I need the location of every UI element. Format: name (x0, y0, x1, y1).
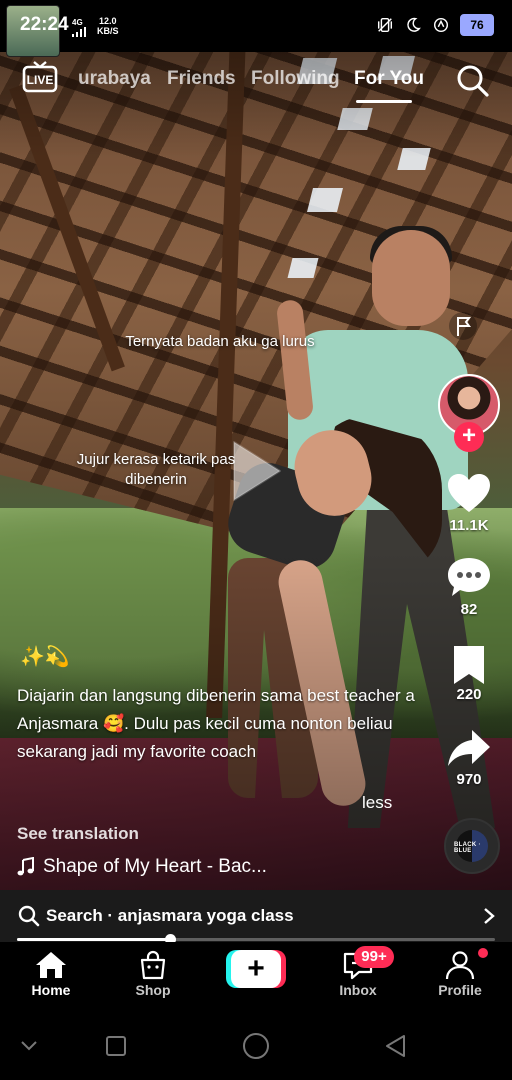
playback-progress[interactable] (17, 934, 495, 945)
tab-following[interactable]: Following (251, 68, 340, 90)
battery-indicator: 76 (460, 14, 494, 36)
post-description[interactable]: Diajarin dan langsung dibenerin sama bes… (17, 682, 437, 766)
nav-home[interactable]: Home (6, 950, 96, 998)
live-icon[interactable]: LIVE (22, 60, 58, 94)
related-search-bar[interactable]: Search · anjasmara yoga class (0, 890, 512, 942)
search-icon (18, 905, 40, 927)
status-bar: 22:24 4G 12.0 KB/S 76 (0, 0, 512, 57)
share-icon[interactable] (446, 728, 492, 770)
active-tab-indicator (356, 100, 412, 103)
overlay-line: dibenerin (125, 471, 187, 488)
nav-home-label: Home (31, 982, 71, 998)
shop-bag-icon (140, 950, 166, 980)
less-button[interactable]: less (362, 793, 392, 813)
system-nav-bar (0, 1010, 512, 1080)
nav-profile-label: Profile (438, 982, 482, 998)
plus-icon: + (231, 950, 281, 988)
play-icon[interactable] (226, 436, 286, 506)
home-icon (36, 952, 66, 978)
status-time: 22:24 (20, 14, 69, 35)
chevron-down-icon[interactable] (20, 1040, 38, 1052)
inbox-badge: 99+ (354, 946, 394, 968)
nav-shop-label: Shop (135, 982, 171, 998)
heart-icon[interactable] (446, 472, 492, 514)
music-title: Shape of My Heart - Bac... (43, 856, 267, 877)
network-label: 4G (72, 18, 83, 27)
share-count: 970 (456, 771, 482, 788)
see-translation-link[interactable]: See translation (17, 824, 139, 844)
signal-icon (72, 27, 86, 37)
follow-button[interactable]: + (454, 422, 484, 452)
network-speed: 12.0 KB/S (97, 16, 119, 36)
nav-shop[interactable]: Shop (108, 950, 198, 998)
tab-nearby[interactable]: urabaya (78, 68, 151, 90)
profile-icon (445, 951, 475, 980)
live-label: LIVE (27, 73, 54, 87)
music-disc[interactable]: BLACK ∙ BLUE (444, 818, 500, 874)
speed-unit: KB/S (97, 26, 119, 36)
search-icon[interactable] (456, 64, 490, 98)
nav-profile[interactable]: Profile (415, 950, 505, 998)
tiktok-screen: 22:24 4G 12.0 KB/S 76 LIVE urabaya Frien… (0, 0, 512, 1080)
moon-icon (407, 17, 421, 32)
like-count: 11.1K (449, 517, 489, 534)
related-search-text: Search · anjasmara yoga class (46, 906, 294, 925)
tab-friends[interactable]: Friends (167, 68, 236, 90)
network-type: 4G (72, 18, 86, 39)
comment-icon[interactable] (446, 556, 492, 598)
chevron-right-icon (484, 908, 495, 924)
vibrate-icon (377, 17, 393, 33)
location-icon (433, 17, 449, 33)
music-note-icon (17, 857, 34, 876)
profile-notification-dot (478, 948, 488, 958)
description-emoji: 🥰 (102, 714, 125, 733)
report-button[interactable] (449, 312, 477, 340)
back-icon[interactable] (384, 1034, 406, 1058)
music-info[interactable]: Shape of My Heart - Bac... (17, 856, 267, 878)
caption-emojis: ✨💫 (20, 646, 70, 668)
save-count: 220 (456, 686, 482, 703)
nav-inbox-label: Inbox (339, 982, 377, 998)
create-button[interactable]: + (226, 950, 286, 988)
bookmark-icon[interactable] (446, 644, 492, 686)
disc-label: BLACK ∙ BLUE (454, 842, 481, 854)
home-circle-icon[interactable] (242, 1032, 270, 1060)
recents-icon[interactable] (105, 1035, 127, 1057)
speed-value: 12.0 (98, 16, 117, 26)
status-icons: 76 (376, 14, 494, 36)
comment-count: 82 (460, 601, 478, 618)
flag-icon (457, 317, 471, 336)
tab-for-you[interactable]: For You (354, 68, 424, 90)
progress-fill (17, 938, 170, 941)
top-nav: LIVE urabaya Friends Following For You (0, 60, 512, 103)
overlay-line: Jujur kerasa ketarik pas (76, 451, 236, 468)
video-text-overlay: Ternyata badan aku ga lurus (125, 333, 315, 350)
